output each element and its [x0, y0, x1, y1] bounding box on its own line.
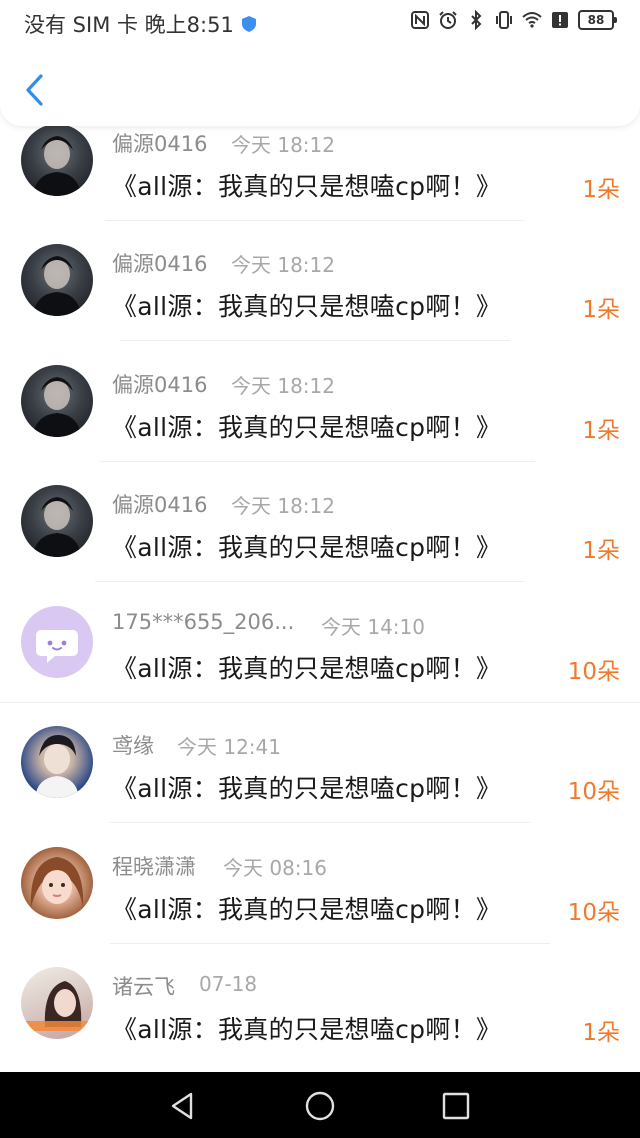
list-item[interactable]: 175***655_206... 今天 14:10 《all源：我真的只是想嗑c…	[0, 603, 640, 723]
list-item[interactable]: 诸云飞 07-18 《all源：我真的只是想嗑cp啊！》 1朵	[0, 964, 640, 1072]
user-avatar[interactable]	[21, 606, 93, 678]
timestamp: 今天 18:12	[231, 253, 335, 277]
list-item[interactable]: 偏源0416 今天 18:12 《all源：我真的只是想嗑cp啊！》 1朵	[0, 121, 640, 241]
status-bar: 没有 SIM 卡 晚上8:51 88	[0, 0, 640, 44]
user-avatar[interactable]	[21, 365, 93, 437]
header-card: 没有 SIM 卡 晚上8:51 88	[0, 0, 640, 126]
list-item[interactable]: 偏源0416 今天 18:12 《all源：我真的只是想嗑cp啊！》 1朵	[0, 241, 640, 361]
carrier-time: 没有 SIM 卡 晚上8:51	[24, 13, 234, 37]
username: 鸢缘	[112, 734, 154, 758]
gift-title: 《all源：我真的只是想嗑cp啊！》	[112, 895, 502, 924]
gift-title: 《all源：我真的只是想嗑cp啊！》	[112, 654, 502, 683]
divider	[95, 581, 525, 582]
chevron-left-icon[interactable]	[20, 72, 50, 108]
divider	[110, 943, 550, 944]
user-avatar[interactable]	[21, 967, 93, 1039]
divider	[105, 220, 525, 221]
gift-title: 《all源：我真的只是想嗑cp啊！》	[112, 172, 502, 201]
gift-amount: 1朵	[582, 538, 620, 564]
username: 偏源0416	[112, 373, 208, 397]
list-item[interactable]: 偏源0416 今天 18:12 《all源：我真的只是想嗑cp啊！》 1朵	[0, 482, 640, 602]
status-icons: 88	[410, 10, 617, 30]
timestamp: 今天 12:41	[177, 735, 281, 759]
list-item[interactable]: 偏源0416 今天 18:12 《all源：我真的只是想嗑cp啊！》 1朵	[0, 362, 640, 482]
gift-title: 《all源：我真的只是想嗑cp啊！》	[112, 413, 502, 442]
timestamp: 今天 18:12	[231, 133, 335, 157]
shield-icon	[241, 16, 256, 32]
gift-title: 《all源：我真的只是想嗑cp啊！》	[112, 774, 502, 803]
alert-icon	[552, 12, 568, 28]
username: 偏源0416	[112, 493, 208, 517]
list-item[interactable]: 程晓潇潇 今天 08:16 《all源：我真的只是想嗑cp啊！》 10朵	[0, 844, 640, 964]
user-avatar[interactable]	[21, 124, 93, 196]
divider	[110, 822, 530, 823]
gift-amount: 1朵	[582, 177, 620, 203]
gift-amount: 1朵	[582, 418, 620, 444]
gift-amount: 10朵	[567, 659, 620, 685]
nav-recents-icon[interactable]	[440, 1090, 472, 1122]
nfc-icon	[411, 11, 429, 29]
timestamp: 今天 14:10	[321, 615, 425, 639]
gift-amount: 1朵	[582, 297, 620, 323]
user-avatar[interactable]	[21, 847, 93, 919]
user-avatar[interactable]	[21, 244, 93, 316]
user-avatar[interactable]	[21, 726, 93, 798]
gift-title: 《all源：我真的只是想嗑cp啊！》	[112, 533, 502, 562]
list-item[interactable]: 鸢缘 今天 12:41 《all源：我真的只是想嗑cp啊！》 10朵	[0, 723, 640, 843]
timestamp: 07-18	[199, 972, 258, 996]
gift-record-list: 偏源0416 今天 18:12 《all源：我真的只是想嗑cp啊！》 1朵 偏源…	[0, 0, 640, 1072]
divider	[0, 702, 640, 703]
username: 175***655_206...	[112, 610, 295, 634]
user-avatar[interactable]	[21, 485, 93, 557]
nav-back-icon[interactable]	[167, 1090, 199, 1122]
nav-home-icon[interactable]	[304, 1090, 336, 1122]
bluetooth-icon	[471, 10, 482, 30]
gift-title: 《all源：我真的只是想嗑cp啊！》	[112, 292, 502, 321]
gift-amount: 10朵	[567, 779, 620, 805]
divider	[100, 461, 535, 462]
status-left: 没有 SIM 卡 晚上8:51	[24, 9, 256, 39]
username: 偏源0416	[112, 252, 208, 276]
username: 程晓潇潇	[112, 855, 196, 879]
system-nav-bar	[0, 1072, 640, 1138]
gift-amount: 1朵	[582, 1020, 620, 1046]
username: 诸云飞	[112, 975, 175, 999]
timestamp: 今天 18:12	[231, 494, 335, 518]
gift-amount: 10朵	[567, 900, 620, 926]
alarm-icon	[439, 11, 457, 29]
wifi-icon	[522, 12, 542, 28]
vibrate-icon	[496, 11, 512, 29]
username: 偏源0416	[112, 132, 208, 156]
timestamp: 今天 18:12	[231, 374, 335, 398]
gift-title: 《all源：我真的只是想嗑cp啊！》	[112, 1015, 502, 1044]
timestamp: 今天 08:16	[223, 856, 327, 880]
divider	[120, 340, 510, 341]
battery-icon: 88	[578, 10, 617, 30]
